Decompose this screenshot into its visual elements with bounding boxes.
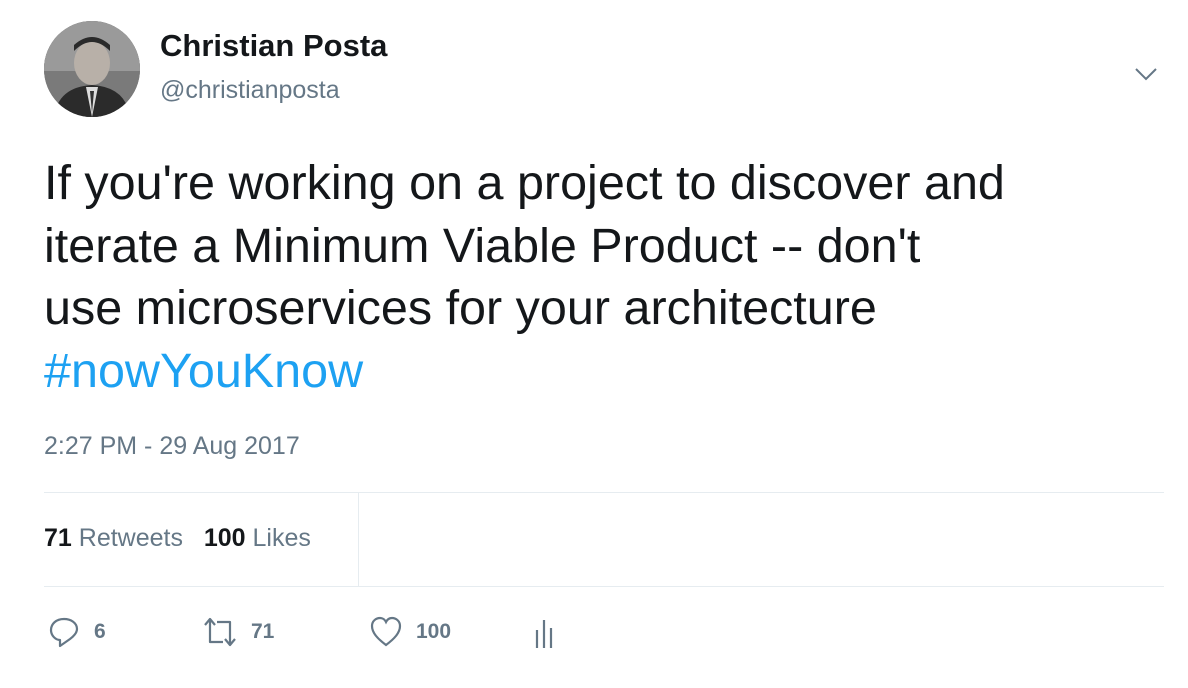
tweet-line: If you're working on a project to discov… — [44, 156, 1005, 210]
tweet-stats: 71 Retweets 100 Likes — [44, 524, 311, 553]
avatar-image — [44, 21, 140, 117]
analytics-icon — [535, 620, 553, 648]
like-count: 100 — [416, 620, 452, 643]
likes-count: 100 — [203, 524, 246, 552]
reply-button[interactable]: 6 — [48, 616, 106, 648]
retweets-count: 71 — [44, 524, 72, 552]
retweet-count: 71 — [251, 620, 275, 643]
author-name[interactable]: Christian Posta — [160, 28, 387, 64]
tweet-line: iterate a Minimum Viable Product -- don'… — [44, 218, 921, 273]
tweet-line: use microservices for your architecture — [44, 281, 877, 335]
heart-icon — [370, 616, 402, 647]
divider — [44, 586, 1164, 587]
likes-label: Likes — [252, 524, 311, 552]
timestamp[interactable]: 2:27 PM - 29 Aug 2017 — [44, 432, 300, 461]
reply-count: 6 — [94, 620, 106, 643]
author-handle[interactable]: @christianposta — [160, 76, 340, 105]
reply-icon — [49, 617, 79, 648]
retweet-icon — [204, 617, 236, 647]
hashtag-link[interactable]: #nowYouKnow — [44, 340, 1174, 403]
retweets-label: Retweets — [78, 524, 183, 552]
divider — [44, 492, 1164, 493]
retweet-button[interactable]: 71 — [203, 616, 274, 648]
divider — [358, 492, 359, 586]
avatar[interactable] — [44, 21, 140, 117]
like-button[interactable]: 100 — [370, 616, 451, 648]
chevron-down-icon[interactable] — [1134, 62, 1158, 86]
analytics-button[interactable] — [534, 616, 554, 648]
likes-stat[interactable]: 100 Likes — [204, 524, 311, 552]
retweets-stat[interactable]: 71 Retweets — [44, 524, 183, 552]
tweet-text: If you're working on a project to discov… — [44, 152, 1174, 402]
